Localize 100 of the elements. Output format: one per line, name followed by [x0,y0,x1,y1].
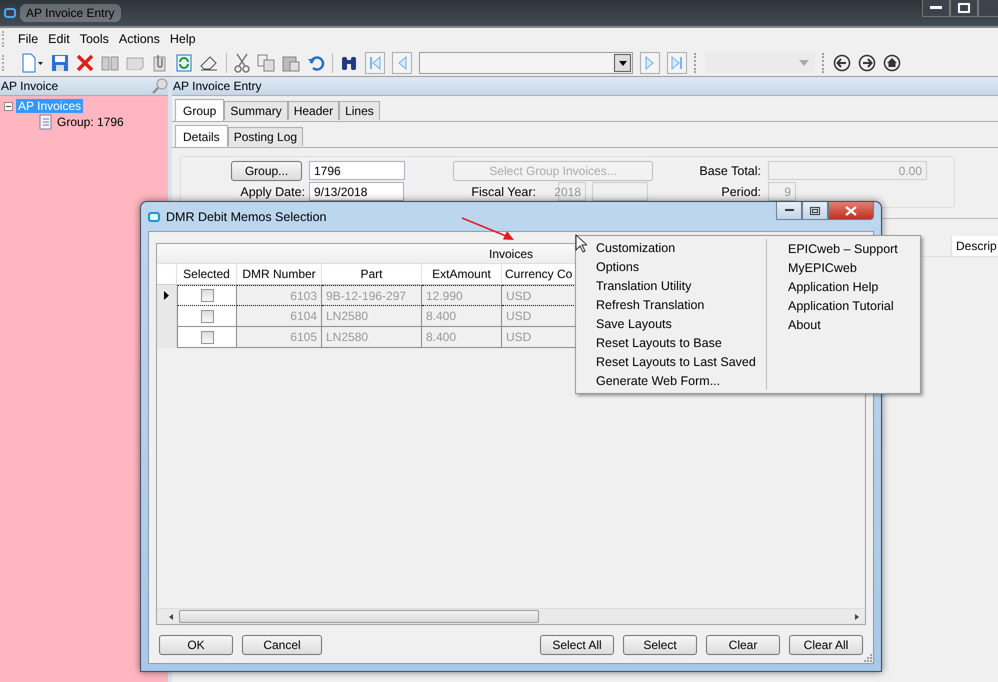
document-icon [38,114,52,130]
table-cell: LN2580 [322,327,422,348]
dropdown-arrow-icon [618,60,626,66]
minimize-button[interactable] [776,202,802,220]
pointer-arrow [460,216,516,242]
record-dropdown[interactable] [419,52,633,74]
new-document-icon[interactable] [20,53,44,73]
menu-item[interactable]: Tools [74,32,114,46]
group-field[interactable]: 1796 [309,161,405,180]
dialog-button[interactable]: Select All [540,635,614,655]
minimize-button[interactable] [922,0,950,17]
next-record-button[interactable] [640,52,660,74]
current-row-icon [164,291,169,300]
table-cell: 9B-12-196-297 [322,285,422,306]
table-cell: 6103 [237,285,322,306]
menu-item[interactable]: Reset Layouts to Last Saved [596,352,766,372]
first-icon [369,55,381,71]
window-title: AP Invoice Entry [20,4,120,22]
delete-icon[interactable] [76,54,94,72]
menu-item[interactable]: Help [164,32,201,46]
previous-record-button[interactable] [392,52,412,74]
app-icon [4,8,16,18]
tree-item[interactable]: Group: 1796 [55,115,126,129]
tab[interactable]: Header [288,101,340,120]
dialog-button[interactable]: Select [623,635,697,655]
apply-date-field[interactable]: 9/13/2018 [309,182,404,201]
back-icon[interactable] [833,54,851,72]
tab[interactable]: Group [175,99,224,121]
menu-item[interactable]: Generate Web Form... [596,371,766,390]
table-cell: 6104 [237,306,322,327]
collapse-icon[interactable] [4,102,13,110]
clipboard-icon[interactable] [282,54,300,72]
dialog-button[interactable]: OK [159,635,233,655]
menu-item[interactable]: Translation Utility [596,276,766,296]
table-cell: 12.990 [422,285,502,306]
maximize-button[interactable] [950,0,978,17]
maximize-icon [958,3,970,13]
dialog-button[interactable]: Clear [706,635,780,655]
panel-title: AP Invoice Entry [172,79,262,93]
save-icon[interactable] [51,54,69,72]
last-icon [671,55,683,71]
menu-item[interactable]: About [788,315,920,334]
period-label: Period: [720,184,761,198]
tab[interactable]: Summary [224,101,288,120]
minimize-icon [930,6,942,10]
home-icon[interactable] [883,54,901,72]
column-header[interactable]: ExtAmount [422,264,502,284]
maximize-icon [810,206,820,214]
previous-icon [396,55,408,71]
dialog-title: DMR Debit Memos Selection [166,210,326,224]
table-cell: 6105 [237,327,322,348]
column-header[interactable]: DMR Number [237,264,322,284]
first-record-button[interactable] [365,52,385,74]
last-record-button[interactable] [667,52,687,74]
maximize-button[interactable] [802,202,828,220]
menu-item[interactable]: Save Layouts [596,314,766,334]
menu-item[interactable]: Actions [114,32,165,46]
forward-icon[interactable] [858,54,876,72]
base-total-label: Base Total: [698,164,761,178]
book-icon[interactable] [101,55,119,71]
checkbox[interactable] [200,330,214,344]
scroll-right-icon[interactable] [853,612,861,620]
menu-item[interactable]: File [13,32,44,46]
menu-item[interactable]: Application Help [788,277,920,296]
resize-grip-icon[interactable] [863,653,872,662]
tab[interactable]: Lines [339,101,380,120]
dropdown-arrow-icon [799,60,809,66]
group-button[interactable]: Group... [231,160,302,180]
minimize-icon [784,209,794,212]
menu-item[interactable]: Reset Layouts to Base [596,333,766,352]
table-cell: 8.400 [422,306,502,327]
app-icon [148,212,160,222]
menu-item[interactable]: Application Tutorial [788,296,920,315]
column-header[interactable]: Selected [177,264,237,284]
checkbox[interactable] [200,289,214,302]
column-header[interactable]: Descrip [951,236,998,256]
fiscal-year-label: Fiscal Year: [470,184,536,198]
scissors-icon[interactable] [234,53,250,73]
refresh-icon[interactable] [176,54,192,72]
menu-item[interactable]: Edit [43,32,75,46]
tab[interactable]: Posting Log [228,127,304,146]
checkbox[interactable] [200,310,214,322]
table-cell: 8.400 [422,327,502,348]
horizontal-scrollbar[interactable] [157,608,865,624]
close-icon [845,206,857,216]
scroll-left-icon[interactable] [167,612,175,620]
tab[interactable]: Details [175,125,228,147]
table-cell: LN2580 [322,306,422,327]
note-icon[interactable] [126,56,144,70]
column-header[interactable]: Part [322,264,422,284]
eraser-icon[interactable] [199,55,219,71]
undo-icon[interactable] [307,55,325,71]
menu-item[interactable]: Refresh Translation [596,296,766,314]
apply-date-label: Apply Date: [239,184,305,198]
dialog-button[interactable]: Clear All [789,635,863,655]
next-icon [644,55,656,71]
copy-icon[interactable] [257,54,275,72]
dialog-button[interactable]: Cancel [242,635,322,655]
panel-title: AP Invoice [0,79,58,93]
fiscal-period-field[interactable] [592,182,648,201]
